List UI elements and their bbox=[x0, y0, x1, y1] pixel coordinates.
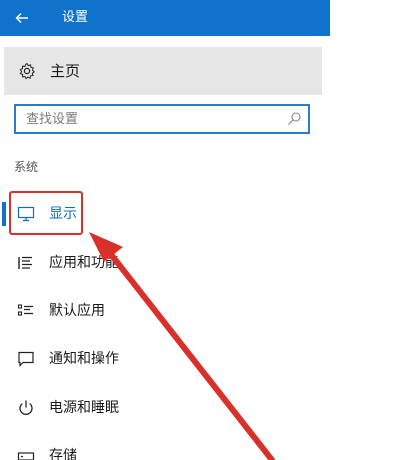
power-icon bbox=[19, 400, 33, 415]
search-button[interactable] bbox=[286, 111, 302, 127]
title-bar: 设置 bbox=[0, 0, 330, 36]
chat-bubble-icon bbox=[18, 351, 34, 367]
search-icon bbox=[288, 112, 301, 125]
back-arrow-icon bbox=[15, 13, 28, 23]
nav-item-label: 通知和操作 bbox=[49, 351, 119, 367]
nav-item-apps-features[interactable]: 应用和功能 bbox=[0, 239, 330, 287]
nav-item-power-sleep[interactable]: 电源和睡眠 bbox=[0, 384, 330, 432]
nav-item-notifications[interactable]: 通知和操作 bbox=[0, 335, 330, 383]
default-apps-icon bbox=[17, 304, 33, 316]
search-input[interactable] bbox=[16, 106, 288, 132]
window-title: 设置 bbox=[62, 10, 89, 25]
nav-item-storage[interactable]: 存储 bbox=[0, 432, 330, 460]
gear-icon bbox=[19, 62, 35, 80]
section-label-system: 系统 bbox=[14, 160, 39, 174]
home-label: 主页 bbox=[50, 62, 81, 80]
nav-item-label: 应用和功能 bbox=[49, 255, 119, 271]
settings-window: 设置 主页 系统 显示 应用和功 bbox=[0, 0, 395, 460]
nav-item-label: 默认应用 bbox=[49, 303, 105, 319]
nav-item-label: 存储 bbox=[49, 448, 77, 460]
nav-item-default-apps[interactable]: 默认应用 bbox=[0, 287, 330, 335]
nav-item-label: 电源和睡眠 bbox=[49, 400, 119, 416]
back-button[interactable] bbox=[8, 4, 36, 32]
home-button[interactable]: 主页 bbox=[4, 47, 322, 95]
annotation-highlight-box bbox=[9, 191, 83, 235]
storage-icon bbox=[17, 452, 35, 460]
search-box bbox=[14, 104, 310, 134]
list-icon bbox=[18, 256, 32, 269]
